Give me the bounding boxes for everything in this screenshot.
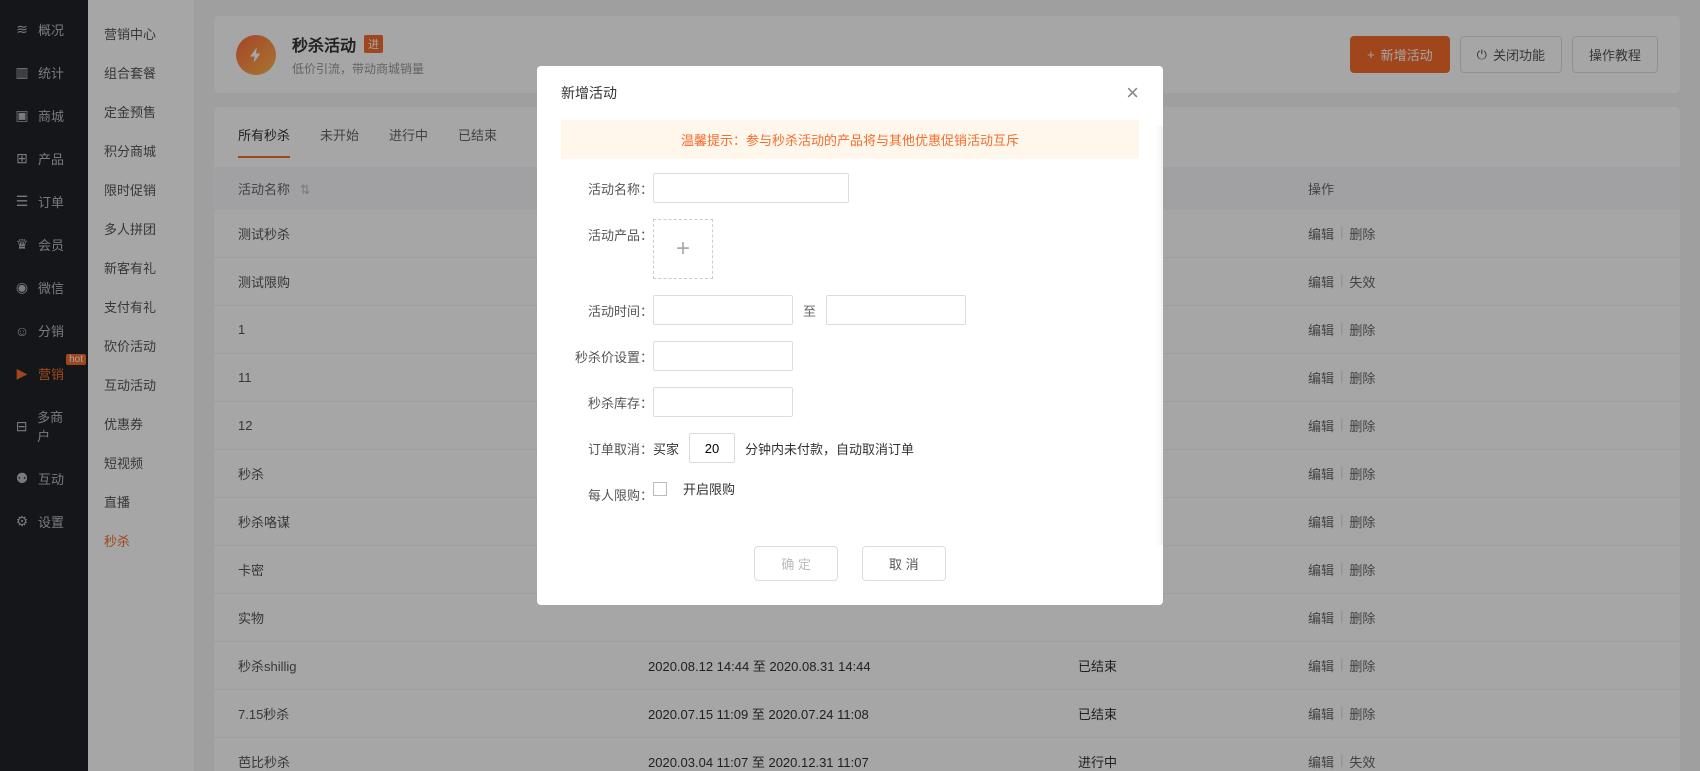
- start-time-input[interactable]: [653, 295, 793, 325]
- label-cancel-order: 订单取消：: [561, 433, 653, 458]
- label-price: 秒杀价设置：: [561, 341, 653, 366]
- limit-checkbox[interactable]: [653, 482, 667, 496]
- modal-header: 新增活动 ×: [537, 66, 1163, 120]
- modal-overlay[interactable]: 新增活动 × 温馨提示：参与秒杀活动的产品将与其他优惠促销活动互斥 活动名称： …: [0, 0, 1700, 771]
- confirm-button[interactable]: 确 定: [754, 546, 838, 581]
- modal-scroll-shadow: [1155, 126, 1163, 545]
- cancel-suffix-text: 分钟内未付款，自动取消订单: [745, 439, 914, 458]
- label-name: 活动名称：: [561, 173, 653, 198]
- modal-hint: 温馨提示：参与秒杀活动的产品将与其他优惠促销活动互斥: [561, 120, 1139, 159]
- activity-name-input[interactable]: [653, 173, 849, 203]
- modal-title: 新增活动: [561, 83, 617, 103]
- label-time: 活动时间：: [561, 295, 653, 320]
- modal-form: 活动名称： 活动产品： + 活动时间： 至 秒杀价设置： 秒杀库存：: [537, 173, 1163, 530]
- modal-footer: 确 定 取 消: [537, 530, 1163, 605]
- end-time-input[interactable]: [826, 295, 966, 325]
- label-stock: 秒杀库存：: [561, 387, 653, 412]
- cancel-button[interactable]: 取 消: [862, 546, 946, 581]
- cancel-minutes-input[interactable]: [689, 433, 735, 463]
- add-product-button[interactable]: +: [653, 219, 713, 279]
- price-input[interactable]: [653, 341, 793, 371]
- close-icon[interactable]: ×: [1126, 82, 1139, 104]
- stock-input[interactable]: [653, 387, 793, 417]
- to-text: 至: [803, 301, 816, 320]
- limit-open-text: 开启限购: [683, 479, 735, 498]
- label-product: 活动产品：: [561, 219, 653, 244]
- modal: 新增活动 × 温馨提示：参与秒杀活动的产品将与其他优惠促销活动互斥 活动名称： …: [537, 66, 1163, 605]
- label-limit: 每人限购：: [561, 479, 653, 504]
- buyer-text: 买家: [653, 439, 679, 458]
